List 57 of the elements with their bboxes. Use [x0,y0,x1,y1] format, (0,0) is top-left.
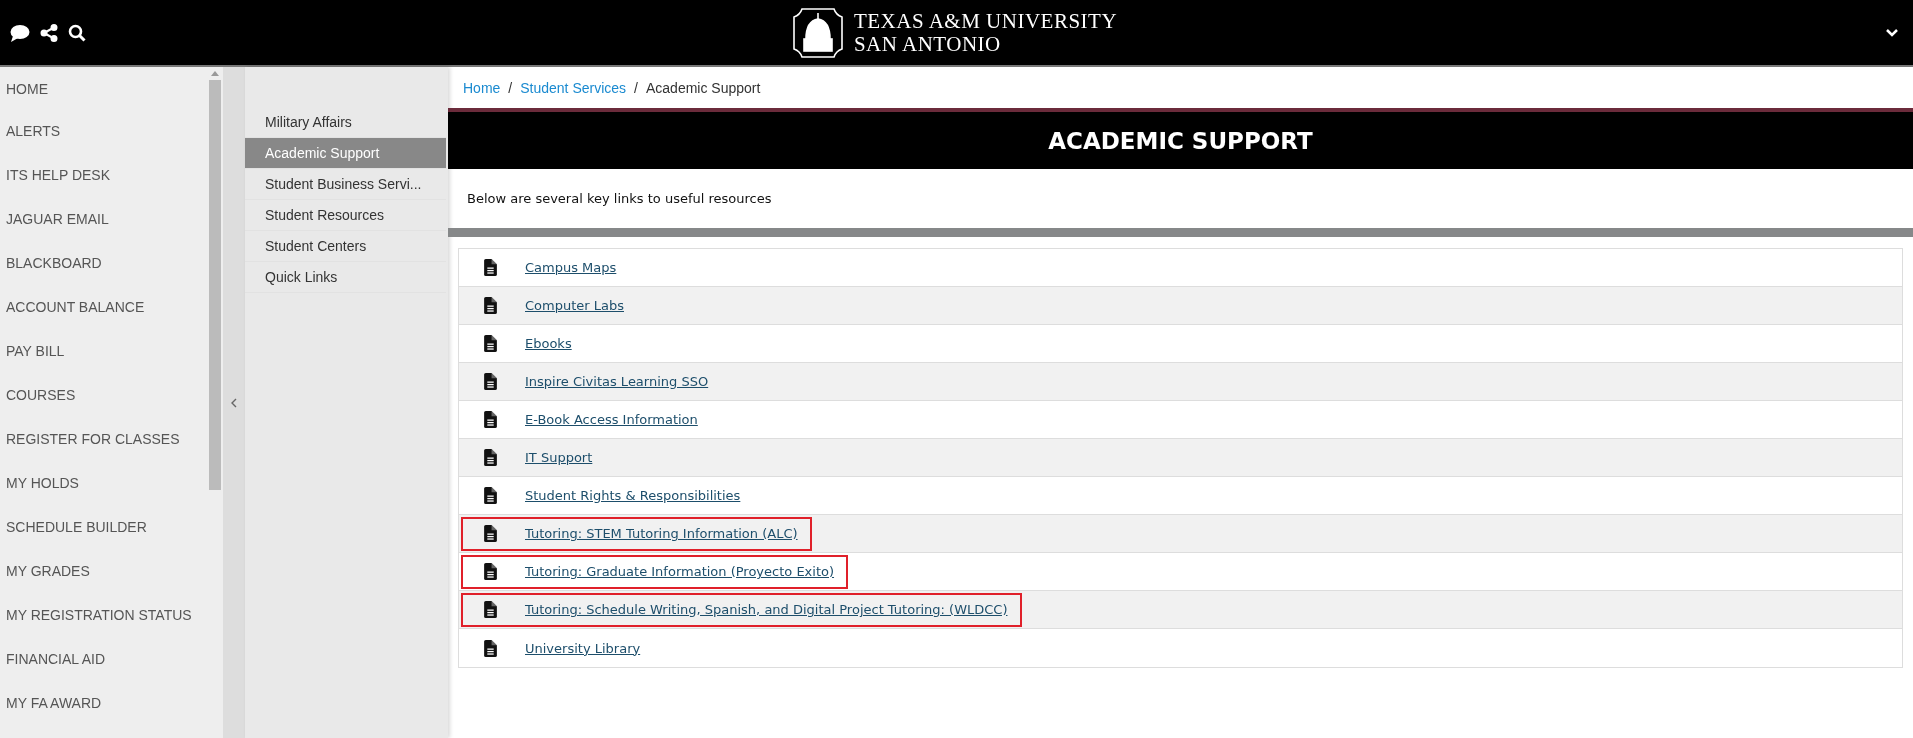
resource-link[interactable]: Tutoring: Schedule Writing, Spanish, and Digital Project Tutoring: (WLDCC) [525,602,1008,617]
resource-link[interactable]: E-Book Access Information [525,412,698,427]
sidebar-item[interactable]: SCHEDULE BUILDER [0,505,207,549]
sidebar-item[interactable]: BLACKBOARD [0,241,207,285]
sidebar-item[interactable]: ITS HELP DESK [0,153,207,197]
submenu-item[interactable]: Quick Links [245,262,446,293]
breadcrumb-separator: / [508,79,513,96]
resource-link[interactable]: Computer Labs [525,298,624,313]
chevron-left-icon[interactable] [231,397,237,408]
document-icon [484,563,497,580]
sidebar-item[interactable]: PAY BILL [0,329,207,373]
sidebar-item[interactable]: FINANCIAL AID [0,637,207,681]
chat-icon[interactable] [10,23,30,42]
sidebar-item[interactable]: ALERTS [0,109,207,153]
university-name: TEXAS A&M UNIVERSITY [853,9,1118,33]
sidebar-item[interactable]: MY GRADES [0,549,207,593]
sidebar-item[interactable]: HOME [0,69,207,109]
document-icon [484,525,497,542]
resource-link[interactable]: Ebooks [525,336,572,351]
document-icon [484,297,497,314]
sidebar-item[interactable]: ACCOUNT BALANCE [0,285,207,329]
scrollbar-thumb[interactable] [209,80,221,490]
submenu-item[interactable]: Student Centers [245,231,446,262]
share-icon[interactable] [40,23,58,42]
resource-link[interactable]: IT Support [525,450,593,465]
chevron-down-icon[interactable] [1885,27,1899,38]
submenu-item[interactable]: Student Business Servi... [245,169,446,200]
sidebar-item[interactable]: COURSES [0,373,207,417]
submenu-item[interactable]: Academic Support [245,138,446,169]
sidebar-item[interactable]: REGISTER FOR CLASSES [0,417,207,461]
document-icon [484,411,497,428]
resource-link[interactable]: Tutoring: STEM Tutoring Information (ALC) [525,526,798,541]
resource-link[interactable]: University Library [525,640,641,656]
document-icon [484,335,497,352]
breadcrumb-link[interactable]: Home [463,79,501,96]
document-icon [484,487,497,504]
sidebar-item[interactable]: MY REGISTRATION STATUS [0,593,207,637]
resource-link[interactable]: Tutoring: Graduate Information (Proyecto Exito) [525,564,835,579]
resource-link[interactable]: Campus Maps [525,260,617,275]
document-icon [484,259,497,276]
page-title: ACADEMIC SUPPORT [448,108,1913,169]
sidebar-item[interactable]: MY HOLDS [0,461,207,505]
breadcrumb-link[interactable]: Student Services [520,79,627,96]
sidebar-item[interactable]: MY FA AWARD [0,681,207,725]
breadcrumb-current: Academic Support [646,79,761,96]
resource-link[interactable]: Inspire Civitas Learning SSO [525,374,709,389]
document-icon [484,449,497,466]
submenu-item[interactable]: Student Resources [245,200,446,231]
resource-link[interactable]: Student Rights & Responsibilities [525,488,741,503]
search-icon[interactable] [68,23,86,42]
intro-text: Below are several key links to useful resources [467,191,772,206]
document-icon [484,601,497,618]
campus-name: SAN ANTONIO [853,32,1002,56]
sidebar-item[interactable]: JAGUAR EMAIL [0,197,207,241]
document-icon [484,373,497,390]
breadcrumb-separator: / [634,79,638,96]
document-icon [484,639,497,657]
